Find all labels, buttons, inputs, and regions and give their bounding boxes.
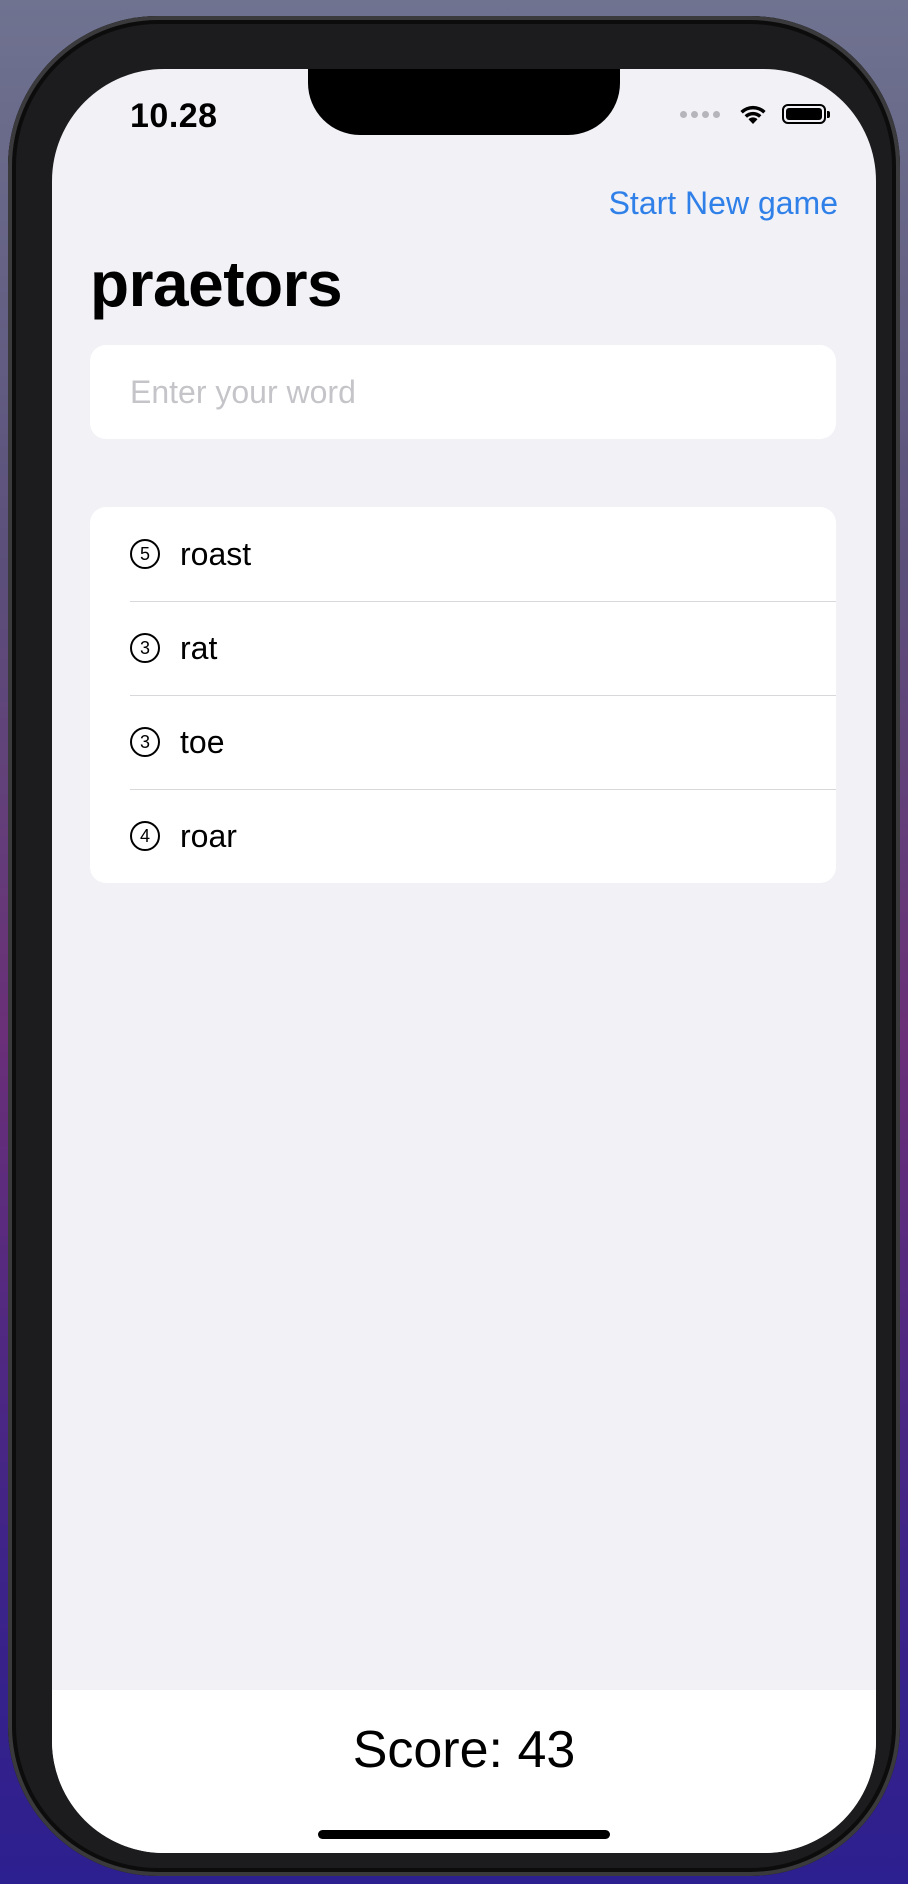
status-icons [680, 103, 830, 125]
start-new-game-button[interactable]: Start New game [609, 185, 838, 222]
notch [308, 69, 620, 135]
word-list: 5 roast 3 rat 3 toe 4 roar [90, 507, 836, 883]
word-text: roar [180, 817, 237, 854]
numbered-circle-icon: 4 [130, 821, 160, 851]
signal-icon [680, 110, 720, 118]
battery-icon [782, 104, 830, 124]
page-title: praetors [90, 248, 343, 320]
list-item: 4 roar [90, 789, 836, 883]
word-text: toe [180, 723, 225, 760]
home-indicator[interactable] [318, 1830, 610, 1839]
list-item: 3 toe [90, 695, 836, 789]
wifi-icon [740, 105, 766, 124]
numbered-circle-icon: 3 [130, 633, 160, 663]
score-label: Score: 43 [352, 1721, 576, 1779]
list-item: 5 roast [90, 507, 836, 601]
numbered-circle-icon: 5 [130, 539, 160, 569]
word-text: roast [180, 535, 252, 572]
status-time: 10.28 [130, 97, 218, 135]
word-input[interactable] [90, 345, 836, 439]
numbered-circle-icon: 3 [130, 727, 160, 757]
score-bar: Score: 43 [52, 1690, 876, 1853]
app-screen: 10.28 Start New game praetors 5 roast [52, 69, 876, 1853]
phone-frame: 10.28 Start New game praetors 5 roast [8, 16, 900, 1876]
list-item: 3 rat [90, 601, 836, 695]
word-text: rat [180, 629, 218, 666]
